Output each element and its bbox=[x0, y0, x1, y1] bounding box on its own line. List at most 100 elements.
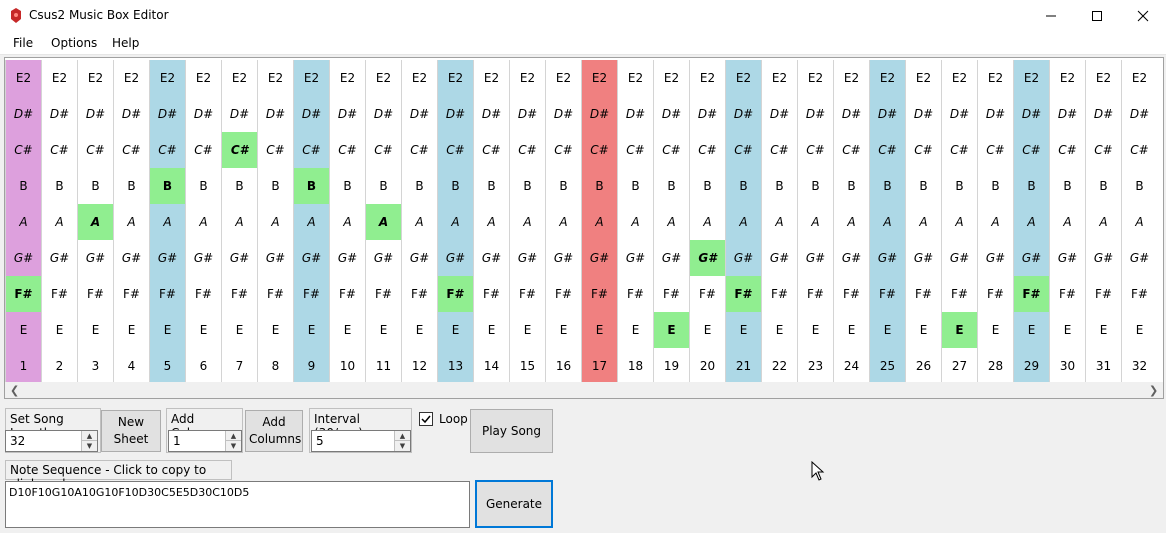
note-cell[interactable]: C# bbox=[834, 132, 869, 168]
note-cell[interactable]: G# bbox=[42, 240, 77, 276]
note-cell[interactable]: E2 bbox=[906, 60, 941, 96]
note-cell[interactable]: G# bbox=[978, 240, 1013, 276]
note-cell[interactable]: E bbox=[906, 312, 941, 348]
note-cell[interactable]: G# bbox=[762, 240, 797, 276]
note-cell[interactable]: D# bbox=[834, 96, 869, 132]
note-cell[interactable]: F# bbox=[1122, 276, 1157, 312]
note-cell[interactable]: E bbox=[1014, 312, 1049, 348]
spin-up-icon[interactable]: ▲ bbox=[395, 431, 410, 441]
note-cell[interactable]: F# bbox=[978, 276, 1013, 312]
note-cell[interactable]: F# bbox=[726, 276, 761, 312]
note-cell[interactable]: A bbox=[546, 204, 581, 240]
note-cell[interactable]: E2 bbox=[402, 60, 437, 96]
note-sequence-header[interactable]: Note Sequence - Click to copy to clipboa… bbox=[5, 460, 232, 491]
note-cell[interactable]: G# bbox=[186, 240, 221, 276]
note-cell[interactable]: G# bbox=[798, 240, 833, 276]
note-cell[interactable]: E2 bbox=[42, 60, 77, 96]
note-cell[interactable]: A bbox=[582, 204, 617, 240]
note-cell[interactable]: G# bbox=[402, 240, 437, 276]
note-cell[interactable]: G# bbox=[150, 240, 185, 276]
note-cell[interactable]: F# bbox=[654, 276, 689, 312]
note-cell[interactable]: D# bbox=[438, 96, 473, 132]
note-cell[interactable]: A bbox=[1014, 204, 1049, 240]
minimize-button[interactable] bbox=[1028, 0, 1074, 31]
note-cell[interactable]: E2 bbox=[258, 60, 293, 96]
note-cell[interactable]: D# bbox=[186, 96, 221, 132]
note-cell[interactable]: A bbox=[402, 204, 437, 240]
note-cell[interactable]: C# bbox=[726, 132, 761, 168]
note-cell[interactable]: E2 bbox=[474, 60, 509, 96]
note-cell[interactable]: E bbox=[42, 312, 77, 348]
scroll-right-icon[interactable]: ❯ bbox=[1149, 384, 1158, 397]
note-cell[interactable]: D# bbox=[114, 96, 149, 132]
note-cell[interactable]: F# bbox=[330, 276, 365, 312]
note-cell[interactable]: B bbox=[78, 168, 113, 204]
note-cell[interactable]: G# bbox=[726, 240, 761, 276]
note-cell[interactable]: A bbox=[366, 204, 401, 240]
note-cell[interactable]: E2 bbox=[834, 60, 869, 96]
note-cell[interactable]: D# bbox=[1014, 96, 1049, 132]
note-cell[interactable]: E bbox=[150, 312, 185, 348]
note-cell[interactable]: C# bbox=[582, 132, 617, 168]
note-cell[interactable]: E bbox=[1050, 312, 1085, 348]
note-cell[interactable]: A bbox=[510, 204, 545, 240]
note-cell[interactable]: B bbox=[654, 168, 689, 204]
note-cell[interactable]: B bbox=[474, 168, 509, 204]
note-cell[interactable]: F# bbox=[186, 276, 221, 312]
note-cell[interactable]: A bbox=[762, 204, 797, 240]
note-cell[interactable]: B bbox=[42, 168, 77, 204]
note-cell[interactable]: A bbox=[438, 204, 473, 240]
note-cell[interactable]: D# bbox=[366, 96, 401, 132]
note-cell[interactable]: B bbox=[870, 168, 905, 204]
note-cell[interactable]: D# bbox=[1086, 96, 1121, 132]
note-cell[interactable]: F# bbox=[870, 276, 905, 312]
note-cell[interactable]: F# bbox=[618, 276, 653, 312]
note-cell[interactable]: E2 bbox=[6, 60, 41, 96]
note-cell[interactable]: B bbox=[258, 168, 293, 204]
note-cell[interactable]: D# bbox=[6, 96, 41, 132]
note-cell[interactable]: G# bbox=[1050, 240, 1085, 276]
note-cell[interactable]: E2 bbox=[546, 60, 581, 96]
note-cell[interactable]: G# bbox=[366, 240, 401, 276]
note-cell[interactable]: C# bbox=[42, 132, 77, 168]
note-cell[interactable]: D# bbox=[942, 96, 977, 132]
note-cell[interactable]: C# bbox=[906, 132, 941, 168]
note-cell[interactable]: D# bbox=[78, 96, 113, 132]
note-cell[interactable]: F# bbox=[474, 276, 509, 312]
note-cell[interactable]: G# bbox=[222, 240, 257, 276]
note-cell[interactable]: G# bbox=[654, 240, 689, 276]
note-cell[interactable]: B bbox=[1050, 168, 1085, 204]
note-cell[interactable]: C# bbox=[258, 132, 293, 168]
note-cell[interactable]: A bbox=[474, 204, 509, 240]
note-cell[interactable]: E bbox=[330, 312, 365, 348]
note-cell[interactable]: D# bbox=[474, 96, 509, 132]
spin-down-icon[interactable]: ▼ bbox=[82, 441, 97, 451]
note-cell[interactable]: G# bbox=[78, 240, 113, 276]
note-cell[interactable]: E2 bbox=[330, 60, 365, 96]
note-cell[interactable]: E bbox=[978, 312, 1013, 348]
note-cell[interactable]: F# bbox=[1086, 276, 1121, 312]
note-cell[interactable]: A bbox=[330, 204, 365, 240]
note-cell[interactable]: C# bbox=[1050, 132, 1085, 168]
interval-spinner[interactable]: ▲ ▼ bbox=[394, 431, 410, 451]
note-cell[interactable]: D# bbox=[582, 96, 617, 132]
note-cell[interactable]: C# bbox=[438, 132, 473, 168]
note-cell[interactable]: E bbox=[222, 312, 257, 348]
note-cell[interactable]: D# bbox=[654, 96, 689, 132]
note-cell[interactable]: A bbox=[1086, 204, 1121, 240]
note-cell[interactable]: E bbox=[834, 312, 869, 348]
note-cell[interactable]: D# bbox=[798, 96, 833, 132]
note-cell[interactable]: E2 bbox=[1086, 60, 1121, 96]
note-cell[interactable]: G# bbox=[6, 240, 41, 276]
note-cell[interactable]: E2 bbox=[1050, 60, 1085, 96]
loop-checkbox[interactable] bbox=[419, 412, 433, 426]
note-cell[interactable]: G# bbox=[618, 240, 653, 276]
note-cell[interactable]: E2 bbox=[438, 60, 473, 96]
note-cell[interactable]: E bbox=[438, 312, 473, 348]
close-button[interactable] bbox=[1120, 0, 1166, 31]
note-cell[interactable]: D# bbox=[258, 96, 293, 132]
note-cell[interactable]: F# bbox=[258, 276, 293, 312]
note-cell[interactable]: E2 bbox=[654, 60, 689, 96]
note-cell[interactable]: C# bbox=[1086, 132, 1121, 168]
note-cell[interactable]: C# bbox=[6, 132, 41, 168]
